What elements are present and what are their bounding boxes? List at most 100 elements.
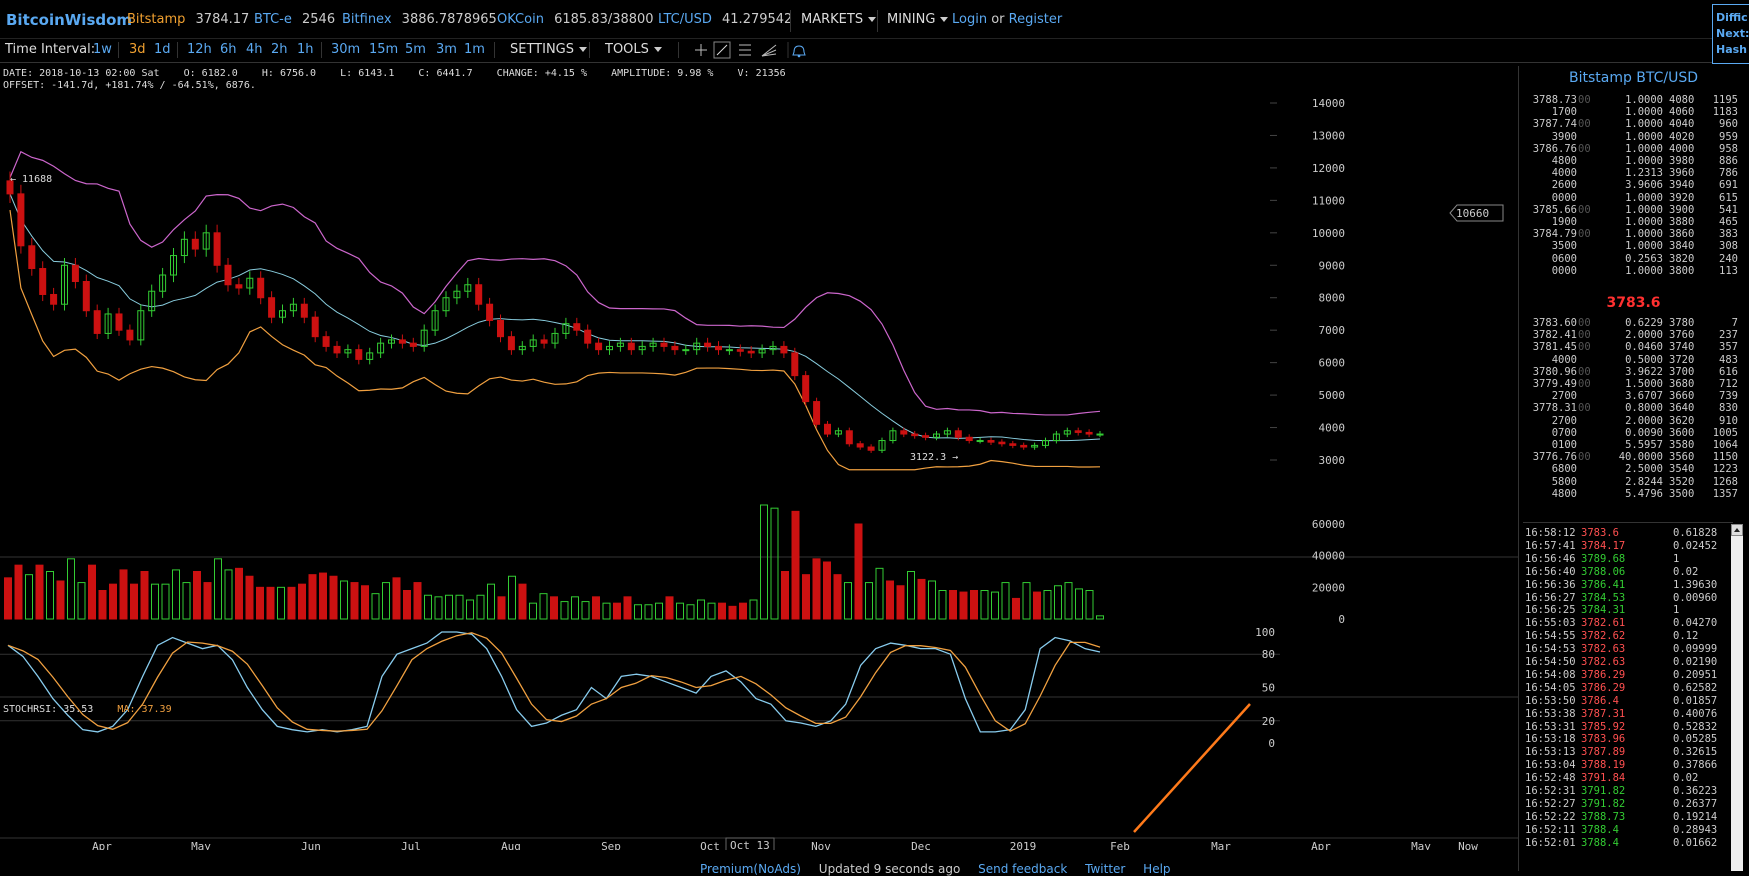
interval-1w[interactable]: 1w — [93, 42, 112, 57]
volume-bar — [970, 590, 978, 620]
depth-sum: 959 — [1719, 130, 1738, 143]
trade-row: 16:58:12 3783.6 0.61828 — [1525, 527, 1725, 540]
order-price: 1700 — [1551, 106, 1577, 119]
interval-3d[interactable]: 3d — [129, 42, 146, 57]
interval-3m[interactable]: 3m — [436, 42, 457, 57]
bell-icon[interactable] — [792, 45, 806, 58]
interval-30m[interactable]: 30m — [331, 42, 360, 57]
login-link[interactable]: Login — [952, 12, 987, 27]
order-price: 3778.31 — [1532, 402, 1577, 415]
trade-row: 16:57:41 3784.17 0.02452 — [1525, 540, 1725, 553]
trade-row: 16:54:53 3782.63 0.09999 — [1525, 643, 1725, 656]
candle-body — [126, 329, 134, 341]
candle-body — [660, 342, 668, 347]
price-tick-label: 4000 — [1319, 422, 1346, 435]
volume-bar — [1033, 591, 1041, 620]
trade-time: 16:52:31 — [1525, 785, 1576, 797]
line-tool-icon[interactable] — [713, 41, 731, 59]
scroll-up-icon[interactable] — [1731, 524, 1743, 536]
volume-bar — [697, 599, 705, 620]
trade-time: 16:55:03 — [1525, 617, 1576, 630]
interval-15m[interactable]: 15m — [369, 42, 398, 57]
settings-menu[interactable]: SETTINGS — [510, 42, 588, 57]
trade-price: 3785.92 — [1581, 720, 1626, 733]
order-amount: 3.9622 — [1625, 365, 1663, 378]
trade-amount: 0.28943 — [1673, 823, 1718, 836]
order-price: 3780.96 — [1532, 365, 1577, 378]
candle-body — [497, 319, 504, 338]
stochrsi-value: STOCHRSI: 35.53 — [3, 704, 94, 715]
depth-sum: 1268 — [1712, 475, 1738, 488]
trade-row: 16:53:04 3788.19 0.37866 — [1525, 759, 1725, 772]
trade-row: 16:52:22 3788.73 0.19214 — [1525, 811, 1725, 824]
feedback-link[interactable]: Send feedback — [978, 862, 1067, 876]
volume-bar — [665, 596, 674, 620]
volume-bar — [949, 590, 957, 620]
volume-bar — [319, 572, 327, 620]
ticker-okcoin[interactable]: OKCoin 6185.83/38800 — [497, 12, 654, 27]
trade-price: 3791.84 — [1581, 772, 1626, 785]
order-amount: 0.5000 — [1625, 353, 1663, 366]
divider — [321, 42, 322, 58]
twitter-link[interactable]: Twitter — [1085, 862, 1125, 876]
interval-12h[interactable]: 12h — [187, 42, 212, 57]
candle-body — [268, 297, 276, 318]
volume-bar — [308, 574, 317, 620]
orderbook-title: Bitstamp BTC/USD — [1568, 70, 1699, 86]
candle-body — [813, 401, 821, 425]
candle-body — [1085, 431, 1093, 435]
candle-body — [747, 350, 755, 354]
volume-bar — [508, 575, 516, 620]
volume-bar — [340, 580, 348, 620]
trade-price: 3782.61 — [1581, 617, 1626, 630]
brand-logo[interactable]: BitcoinWisdom — [6, 11, 132, 29]
fib-tool-icon[interactable] — [739, 44, 751, 56]
depth-sum: 615 — [1719, 191, 1738, 204]
month-label: Mar — [1211, 840, 1231, 850]
depth-price: 3860 — [1669, 228, 1695, 241]
order-price: 3781.45 — [1532, 341, 1577, 354]
fan-tool-icon[interactable] — [761, 44, 777, 57]
trend-line-drawing[interactable] — [1133, 703, 1251, 833]
ticker-bitfinex[interactable]: Bitfinex 3886.7878965 — [342, 12, 497, 27]
cursor-date: Oct 13 — [730, 839, 770, 850]
depth-price: 4020 — [1669, 130, 1695, 143]
trade-row: 16:53:38 3787.31 0.40076 — [1525, 708, 1725, 721]
interval-5m[interactable]: 5m — [405, 42, 426, 57]
interval-1m[interactable]: 1m — [464, 42, 485, 57]
interval-6h[interactable]: 6h — [220, 42, 237, 57]
markets-menu[interactable]: MARKETS — [801, 12, 877, 27]
volume-bar — [1054, 585, 1062, 620]
ticker-ltcusd[interactable]: LTC/USD 41.279542 — [658, 12, 792, 27]
volume-bar — [445, 594, 453, 620]
mining-menu[interactable]: MINING — [887, 12, 949, 27]
register-link[interactable]: Register — [1009, 12, 1063, 27]
order-amount: 1.0000 — [1625, 106, 1663, 119]
ticker-btce[interactable]: BTC-e 2546 — [254, 12, 335, 27]
help-link[interactable]: Help — [1143, 862, 1170, 876]
ticker-value: 3784.17 — [195, 12, 250, 27]
trade-row: 16:56:36 3786.41 1.39630 — [1525, 579, 1725, 592]
ticker-value: 3886.7878965 — [401, 12, 497, 27]
ticker-bitstamp[interactable]: Bitstamp 3784.17 — [127, 12, 249, 27]
interval-4h[interactable]: 4h — [246, 42, 263, 57]
tools-menu[interactable]: TOOLS — [605, 42, 662, 57]
volume-bar — [4, 577, 12, 620]
trade-row: 16:54:08 3786.29 0.20951 — [1525, 669, 1725, 682]
premium-link[interactable]: Premium(NoAds) — [700, 862, 801, 876]
orderbook-row: 3778.31 00 0.8000 3640 830 — [1523, 402, 1738, 415]
interval-1h[interactable]: 1h — [297, 42, 314, 57]
price-tick-label: 12000 — [1312, 162, 1345, 175]
volume-bar — [686, 604, 695, 620]
depth-price: 3880 — [1669, 216, 1695, 228]
trade-scrollbar[interactable] — [1731, 524, 1743, 871]
interval-1d[interactable]: 1d — [154, 42, 171, 57]
candle-body — [224, 264, 232, 286]
divider — [118, 42, 119, 58]
candle-body — [900, 430, 908, 435]
crosshair-icon[interactable] — [695, 44, 707, 56]
price-chart[interactable]: 1400013000120001100010000900080007000600… — [0, 90, 1518, 850]
chevron-down-icon — [940, 17, 949, 22]
candle-body — [486, 303, 494, 321]
interval-2h[interactable]: 2h — [271, 42, 288, 57]
